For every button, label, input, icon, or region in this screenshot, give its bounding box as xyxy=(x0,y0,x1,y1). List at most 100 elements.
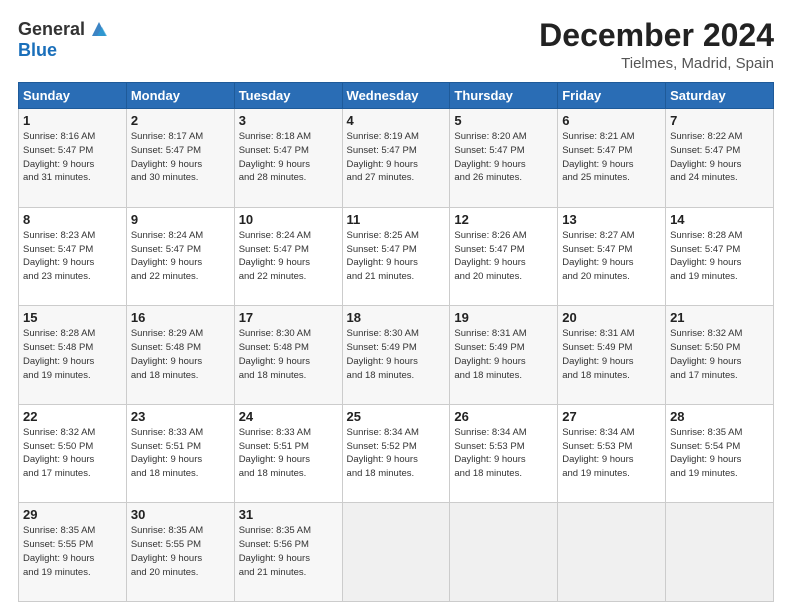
calendar-day-cell: 13 Sunrise: 8:27 AM Sunset: 5:47 PM Dayli… xyxy=(558,207,666,306)
header: General Blue December 2024 Tielmes, Madr… xyxy=(18,18,774,72)
day-of-week-header: Thursday xyxy=(450,83,558,109)
day-number: 25 xyxy=(347,409,446,424)
calendar-header-row: SundayMondayTuesdayWednesdayThursdayFrid… xyxy=(19,83,774,109)
day-info: Sunrise: 8:33 AM Sunset: 5:51 PM Dayligh… xyxy=(131,426,230,481)
calendar-week-row: 22 Sunrise: 8:32 AM Sunset: 5:50 PM Dayli… xyxy=(19,404,774,503)
day-info: Sunrise: 8:35 AM Sunset: 5:54 PM Dayligh… xyxy=(670,426,769,481)
calendar-day-cell: 22 Sunrise: 8:32 AM Sunset: 5:50 PM Dayli… xyxy=(19,404,127,503)
day-number: 19 xyxy=(454,310,553,325)
title-block: December 2024 Tielmes, Madrid, Spain xyxy=(539,18,774,72)
calendar-day-cell: 17 Sunrise: 8:30 AM Sunset: 5:48 PM Dayli… xyxy=(234,306,342,405)
day-number: 9 xyxy=(131,212,230,227)
day-number: 5 xyxy=(454,113,553,128)
calendar-day-cell: 16 Sunrise: 8:29 AM Sunset: 5:48 PM Dayli… xyxy=(126,306,234,405)
calendar-day-cell xyxy=(450,503,558,602)
logo-blue-text: Blue xyxy=(18,40,57,61)
calendar-day-cell: 19Sunrise: 8:31 AM Sunset: 5:49 PM Dayli… xyxy=(450,306,558,405)
calendar-week-row: 1 Sunrise: 8:16 AM Sunset: 5:47 PM Daylig… xyxy=(19,109,774,208)
day-info: Sunrise: 8:24 AM Sunset: 5:47 PM Dayligh… xyxy=(131,229,230,284)
day-info: Sunrise: 8:28 AM Sunset: 5:47 PM Dayligh… xyxy=(670,229,769,284)
day-of-week-header: Wednesday xyxy=(342,83,450,109)
calendar-day-cell: 20Sunrise: 8:31 AM Sunset: 5:49 PM Dayli… xyxy=(558,306,666,405)
day-number: 10 xyxy=(239,212,338,227)
calendar-day-cell: 28 Sunrise: 8:35 AM Sunset: 5:54 PM Dayli… xyxy=(666,404,774,503)
day-info: Sunrise: 8:21 AM Sunset: 5:47 PM Dayligh… xyxy=(562,130,661,185)
calendar-day-cell: 5 Sunrise: 8:20 AM Sunset: 5:47 PM Daylig… xyxy=(450,109,558,208)
day-info: Sunrise: 8:35 AM Sunset: 5:55 PM Dayligh… xyxy=(23,524,122,579)
day-number: 23 xyxy=(131,409,230,424)
day-number: 26 xyxy=(454,409,553,424)
calendar-day-cell: 8 Sunrise: 8:23 AM Sunset: 5:47 PM Daylig… xyxy=(19,207,127,306)
month-title: December 2024 xyxy=(539,18,774,53)
day-number: 1 xyxy=(23,113,122,128)
day-number: 14 xyxy=(670,212,769,227)
day-number: 20 xyxy=(562,310,661,325)
logo: General Blue xyxy=(18,18,110,61)
calendar-day-cell: 31Sunrise: 8:35 AM Sunset: 5:56 PM Dayli… xyxy=(234,503,342,602)
calendar-week-row: 29 Sunrise: 8:35 AM Sunset: 5:55 PM Dayli… xyxy=(19,503,774,602)
calendar-day-cell xyxy=(666,503,774,602)
day-number: 13 xyxy=(562,212,661,227)
calendar-day-cell xyxy=(342,503,450,602)
calendar-day-cell: 23 Sunrise: 8:33 AM Sunset: 5:51 PM Dayli… xyxy=(126,404,234,503)
day-info: Sunrise: 8:27 AM Sunset: 5:47 PM Dayligh… xyxy=(562,229,661,284)
day-number: 2 xyxy=(131,113,230,128)
day-number: 22 xyxy=(23,409,122,424)
day-info: Sunrise: 8:24 AM Sunset: 5:47 PM Dayligh… xyxy=(239,229,338,284)
day-number: 7 xyxy=(670,113,769,128)
day-info: Sunrise: 8:28 AM Sunset: 5:48 PM Dayligh… xyxy=(23,327,122,382)
calendar-table: SundayMondayTuesdayWednesdayThursdayFrid… xyxy=(18,82,774,602)
calendar-day-cell: 7 Sunrise: 8:22 AM Sunset: 5:47 PM Daylig… xyxy=(666,109,774,208)
day-number: 11 xyxy=(347,212,446,227)
calendar-day-cell: 12Sunrise: 8:26 AM Sunset: 5:47 PM Dayli… xyxy=(450,207,558,306)
calendar-day-cell: 25 Sunrise: 8:34 AM Sunset: 5:52 PM Dayli… xyxy=(342,404,450,503)
day-number: 29 xyxy=(23,507,122,522)
day-info: Sunrise: 8:17 AM Sunset: 5:47 PM Dayligh… xyxy=(131,130,230,185)
calendar-week-row: 8 Sunrise: 8:23 AM Sunset: 5:47 PM Daylig… xyxy=(19,207,774,306)
calendar-day-cell: 3 Sunrise: 8:18 AM Sunset: 5:47 PM Daylig… xyxy=(234,109,342,208)
logo-general-text: General xyxy=(18,19,85,40)
calendar-day-cell: 27 Sunrise: 8:34 AM Sunset: 5:53 PM Dayli… xyxy=(558,404,666,503)
calendar-day-cell: 2 Sunrise: 8:17 AM Sunset: 5:47 PM Daylig… xyxy=(126,109,234,208)
day-info: Sunrise: 8:16 AM Sunset: 5:47 PM Dayligh… xyxy=(23,130,122,185)
calendar-day-cell xyxy=(558,503,666,602)
day-number: 27 xyxy=(562,409,661,424)
calendar-day-cell: 24 Sunrise: 8:33 AM Sunset: 5:51 PM Dayli… xyxy=(234,404,342,503)
calendar-day-cell: 11Sunrise: 8:25 AM Sunset: 5:47 PM Dayli… xyxy=(342,207,450,306)
day-number: 24 xyxy=(239,409,338,424)
day-number: 28 xyxy=(670,409,769,424)
logo-text: General xyxy=(18,18,110,40)
day-of-week-header: Friday xyxy=(558,83,666,109)
day-info: Sunrise: 8:32 AM Sunset: 5:50 PM Dayligh… xyxy=(670,327,769,382)
calendar-day-cell: 14 Sunrise: 8:28 AM Sunset: 5:47 PM Dayli… xyxy=(666,207,774,306)
day-number: 17 xyxy=(239,310,338,325)
day-of-week-header: Tuesday xyxy=(234,83,342,109)
logo-icon xyxy=(88,18,110,40)
calendar-day-cell: 6 Sunrise: 8:21 AM Sunset: 5:47 PM Daylig… xyxy=(558,109,666,208)
day-info: Sunrise: 8:18 AM Sunset: 5:47 PM Dayligh… xyxy=(239,130,338,185)
calendar-day-cell: 29 Sunrise: 8:35 AM Sunset: 5:55 PM Dayli… xyxy=(19,503,127,602)
day-info: Sunrise: 8:29 AM Sunset: 5:48 PM Dayligh… xyxy=(131,327,230,382)
calendar-day-cell: 9 Sunrise: 8:24 AM Sunset: 5:47 PM Daylig… xyxy=(126,207,234,306)
calendar-day-cell: 10 Sunrise: 8:24 AM Sunset: 5:47 PM Dayli… xyxy=(234,207,342,306)
day-info: Sunrise: 8:33 AM Sunset: 5:51 PM Dayligh… xyxy=(239,426,338,481)
calendar-week-row: 15Sunrise: 8:28 AM Sunset: 5:48 PM Dayli… xyxy=(19,306,774,405)
day-info: Sunrise: 8:19 AM Sunset: 5:47 PM Dayligh… xyxy=(347,130,446,185)
day-number: 16 xyxy=(131,310,230,325)
day-of-week-header: Saturday xyxy=(666,83,774,109)
day-info: Sunrise: 8:30 AM Sunset: 5:48 PM Dayligh… xyxy=(239,327,338,382)
day-info: Sunrise: 8:32 AM Sunset: 5:50 PM Dayligh… xyxy=(23,426,122,481)
day-number: 31 xyxy=(239,507,338,522)
day-number: 6 xyxy=(562,113,661,128)
calendar-day-cell: 4Sunrise: 8:19 AM Sunset: 5:47 PM Daylig… xyxy=(342,109,450,208)
day-number: 3 xyxy=(239,113,338,128)
day-info: Sunrise: 8:34 AM Sunset: 5:53 PM Dayligh… xyxy=(562,426,661,481)
day-info: Sunrise: 8:22 AM Sunset: 5:47 PM Dayligh… xyxy=(670,130,769,185)
day-info: Sunrise: 8:26 AM Sunset: 5:47 PM Dayligh… xyxy=(454,229,553,284)
day-number: 30 xyxy=(131,507,230,522)
day-info: Sunrise: 8:34 AM Sunset: 5:53 PM Dayligh… xyxy=(454,426,553,481)
day-info: Sunrise: 8:20 AM Sunset: 5:47 PM Dayligh… xyxy=(454,130,553,185)
day-info: Sunrise: 8:23 AM Sunset: 5:47 PM Dayligh… xyxy=(23,229,122,284)
day-info: Sunrise: 8:34 AM Sunset: 5:52 PM Dayligh… xyxy=(347,426,446,481)
day-number: 8 xyxy=(23,212,122,227)
